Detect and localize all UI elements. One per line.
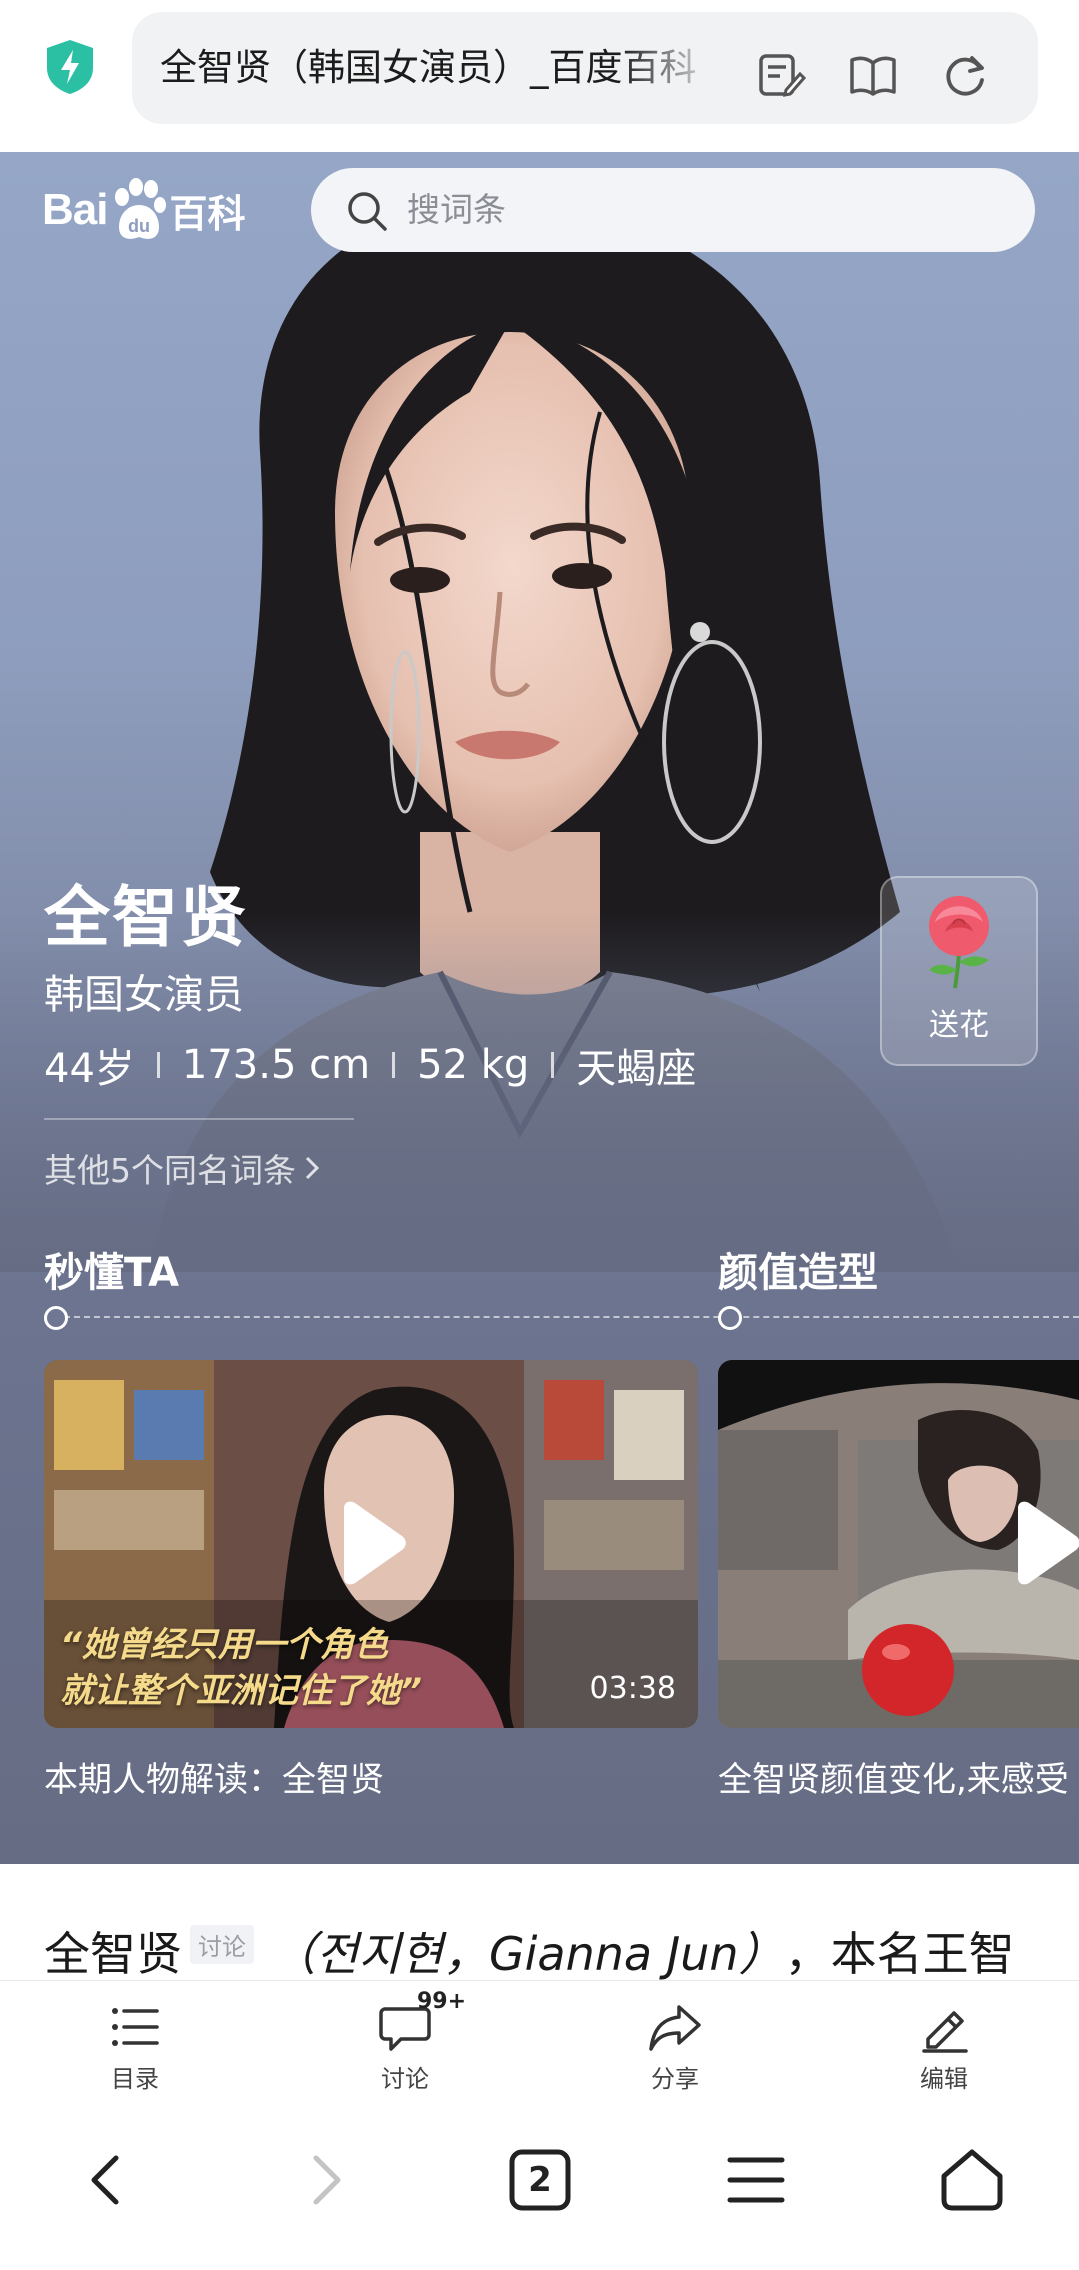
list-icon — [112, 2008, 159, 2046]
play-icon[interactable] — [334, 1500, 408, 1586]
send-flower-label: 送花 — [929, 1008, 989, 1043]
hero-section: Bai du 百科 搜词条 全智贤 韩国女演员 44岁 173.5 cm 52 … — [0, 152, 1079, 1864]
quote-line: “她曾经只用一个角色 — [60, 1625, 388, 1665]
stat-zodiac: 天蝎座 — [576, 1046, 697, 1092]
article-alt-names: （전지현，Gianna Jun） — [270, 1927, 785, 1981]
same-name-entries-link[interactable]: 其他5个同名词条 — [44, 1144, 322, 1192]
stat-height: 173.5 cm — [181, 1042, 371, 1088]
refresh-icon[interactable] — [940, 50, 990, 100]
section-title-quick-know[interactable]: 秒懂TA — [44, 1240, 179, 1298]
toolbar-edit-button[interactable]: 编辑 — [884, 1999, 1004, 2094]
tabs-button[interactable]: 2 — [500, 2140, 580, 2220]
stat-separator — [551, 1052, 555, 1078]
quote-line: 就让整个亚洲记住了她” — [60, 1671, 422, 1711]
forward-icon[interactable] — [284, 2140, 364, 2220]
reader-mode-icon[interactable] — [848, 50, 898, 100]
article-name: 全智贤 — [44, 1927, 182, 1981]
video-title[interactable]: 本期人物解读：全智贤 — [44, 1752, 384, 1801]
timeline-dot — [44, 1306, 68, 1330]
timeline-dot — [718, 1306, 742, 1330]
svg-text:du: du — [128, 216, 150, 236]
play-icon[interactable] — [1008, 1500, 1079, 1586]
chevron-right-icon — [305, 1156, 320, 1180]
section-title-style[interactable]: 颜值造型 — [718, 1240, 878, 1298]
toolbar-share-button[interactable]: 分享 — [615, 1999, 735, 2094]
page-title[interactable]: 全智贤（韩国女演员）_百度百科 — [160, 12, 720, 124]
discuss-count-badge: 99+ — [417, 1989, 467, 2014]
video-duration: 03:38 — [589, 1671, 676, 1706]
article-first-line: 全智贤 讨论 （전지현，Gianna Jun） ，本名王智 — [44, 1918, 1015, 1984]
search-placeholder: 搜词条 — [407, 190, 506, 229]
video-card[interactable] — [718, 1360, 1079, 1728]
toolbar-label: 目录 — [111, 2065, 159, 2093]
baidu-baike-logo[interactable]: Bai du 百科 — [42, 170, 246, 250]
search-input[interactable]: 搜词条 — [311, 168, 1035, 252]
video-quote-overlay: “她曾经只用一个角色 就让整个亚洲记住了她” — [60, 1622, 422, 1714]
person-subtitle: 韩国女演员 — [44, 972, 244, 1018]
browser-nav-bar: 2 — [0, 2100, 1079, 2270]
home-icon[interactable] — [932, 2140, 1012, 2220]
stat-separator — [156, 1052, 160, 1078]
rose-icon — [929, 896, 989, 989]
notes-icon[interactable] — [756, 50, 806, 100]
video-title[interactable]: 全智贤颜值变化,来感受 — [718, 1752, 1069, 1801]
back-icon[interactable] — [68, 2140, 148, 2220]
logo-bai-text: Bai — [42, 185, 108, 234]
article-text: ，本名王智 — [784, 1927, 1015, 1981]
hero-portrait-image — [0, 201, 1079, 1272]
send-flower-button[interactable]: 送花 — [880, 876, 1038, 1066]
page-toolbar: 目录 99+ 讨论 分享 编辑 — [0, 1980, 1079, 2101]
stat-age: 44岁 — [44, 1046, 135, 1092]
article-intro: 全智贤 讨论 （전지현，Gianna Jun） ，本名王智 — [0, 1864, 1079, 1981]
shield-icon[interactable] — [44, 38, 96, 96]
search-icon — [348, 192, 387, 231]
browser-bar: 全智贤（韩国女演员）_百度百科 — [0, 0, 1079, 152]
toolbar-label: 分享 — [651, 2065, 699, 2093]
paw-icon: du — [115, 178, 167, 239]
address-bar[interactable]: 全智贤（韩国女演员）_百度百科 — [132, 12, 1038, 124]
toolbar-catalog-button[interactable]: 目录 — [75, 1999, 195, 2094]
person-stats: 44岁 173.5 cm 52 kg 天蝎座 — [44, 1036, 696, 1094]
pencil-icon — [922, 2011, 968, 2053]
person-name: 全智贤 — [44, 879, 248, 956]
timeline-line — [44, 1316, 1079, 1318]
tab-count: 2 — [528, 2160, 552, 2200]
divider — [44, 1118, 354, 1120]
stat-weight: 52 kg — [417, 1042, 530, 1088]
logo-baike-text: 百科 — [169, 191, 246, 236]
same-name-label: 其他5个同名词条 — [44, 1151, 296, 1190]
share-icon — [649, 2005, 701, 2051]
discuss-tag[interactable]: 讨论 — [190, 1924, 254, 1964]
menu-icon[interactable] — [716, 2140, 796, 2220]
stat-separator — [392, 1052, 396, 1078]
toolbar-label: 讨论 — [381, 2065, 429, 2093]
toolbar-label: 编辑 — [920, 2065, 968, 2093]
video-card[interactable]: “她曾经只用一个角色 就让整个亚洲记住了她” 03:38 — [44, 1360, 698, 1728]
toolbar-discuss-button[interactable]: 99+ 讨论 — [345, 1989, 466, 2094]
